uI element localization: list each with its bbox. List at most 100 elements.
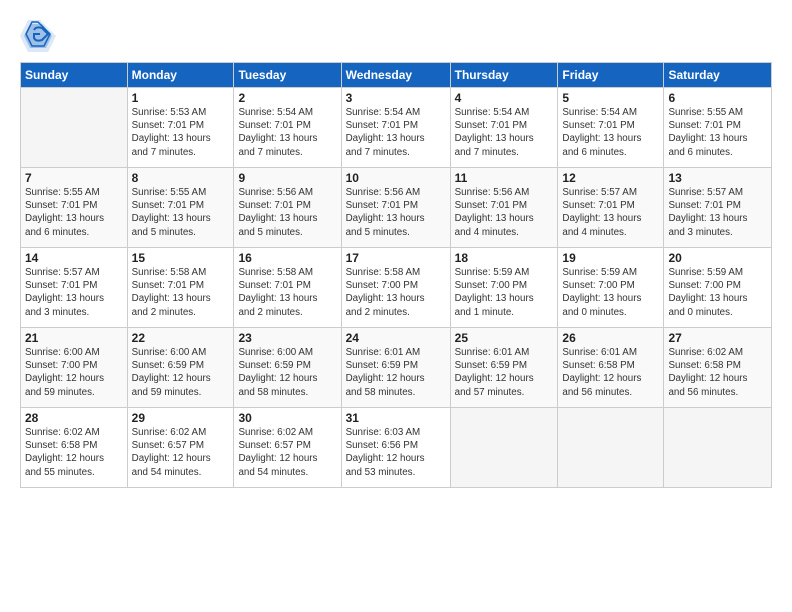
calendar-cell: 8Sunrise: 5:55 AM Sunset: 7:01 PM Daylig… bbox=[127, 168, 234, 248]
calendar-cell: 6Sunrise: 5:55 AM Sunset: 7:01 PM Daylig… bbox=[664, 88, 772, 168]
calendar-cell: 15Sunrise: 5:58 AM Sunset: 7:01 PM Dayli… bbox=[127, 248, 234, 328]
calendar-cell: 27Sunrise: 6:02 AM Sunset: 6:58 PM Dayli… bbox=[664, 328, 772, 408]
day-info: Sunrise: 6:03 AM Sunset: 6:56 PM Dayligh… bbox=[346, 426, 446, 479]
day-info: Sunrise: 5:58 AM Sunset: 7:01 PM Dayligh… bbox=[238, 266, 336, 319]
day-info: Sunrise: 6:00 AM Sunset: 6:59 PM Dayligh… bbox=[132, 346, 230, 399]
day-info: Sunrise: 5:59 AM Sunset: 7:00 PM Dayligh… bbox=[455, 266, 554, 319]
calendar-week-row: 7Sunrise: 5:55 AM Sunset: 7:01 PM Daylig… bbox=[21, 168, 772, 248]
day-info: Sunrise: 6:01 AM Sunset: 6:58 PM Dayligh… bbox=[562, 346, 659, 399]
day-number: 17 bbox=[346, 251, 446, 265]
day-number: 15 bbox=[132, 251, 230, 265]
calendar-cell: 25Sunrise: 6:01 AM Sunset: 6:59 PM Dayli… bbox=[450, 328, 558, 408]
logo-icon bbox=[20, 16, 56, 52]
day-info: Sunrise: 5:57 AM Sunset: 7:01 PM Dayligh… bbox=[25, 266, 123, 319]
day-number: 4 bbox=[455, 91, 554, 105]
logo bbox=[20, 16, 62, 52]
day-number: 14 bbox=[25, 251, 123, 265]
day-number: 1 bbox=[132, 91, 230, 105]
header-cell-sunday: Sunday bbox=[21, 63, 128, 88]
calendar-cell: 11Sunrise: 5:56 AM Sunset: 7:01 PM Dayli… bbox=[450, 168, 558, 248]
day-number: 5 bbox=[562, 91, 659, 105]
day-number: 16 bbox=[238, 251, 336, 265]
day-number: 29 bbox=[132, 411, 230, 425]
calendar-header-row: SundayMondayTuesdayWednesdayThursdayFrid… bbox=[21, 63, 772, 88]
day-number: 25 bbox=[455, 331, 554, 345]
calendar-cell: 2Sunrise: 5:54 AM Sunset: 7:01 PM Daylig… bbox=[234, 88, 341, 168]
calendar-cell: 4Sunrise: 5:54 AM Sunset: 7:01 PM Daylig… bbox=[450, 88, 558, 168]
calendar-cell: 21Sunrise: 6:00 AM Sunset: 7:00 PM Dayli… bbox=[21, 328, 128, 408]
calendar-cell: 17Sunrise: 5:58 AM Sunset: 7:00 PM Dayli… bbox=[341, 248, 450, 328]
day-number: 9 bbox=[238, 171, 336, 185]
day-number: 21 bbox=[25, 331, 123, 345]
day-number: 10 bbox=[346, 171, 446, 185]
day-number: 31 bbox=[346, 411, 446, 425]
day-info: Sunrise: 6:02 AM Sunset: 6:58 PM Dayligh… bbox=[668, 346, 767, 399]
header-cell-thursday: Thursday bbox=[450, 63, 558, 88]
day-number: 3 bbox=[346, 91, 446, 105]
calendar-table: SundayMondayTuesdayWednesdayThursdayFrid… bbox=[20, 62, 772, 488]
calendar-cell: 26Sunrise: 6:01 AM Sunset: 6:58 PM Dayli… bbox=[558, 328, 664, 408]
day-number: 23 bbox=[238, 331, 336, 345]
day-number: 27 bbox=[668, 331, 767, 345]
day-info: Sunrise: 5:54 AM Sunset: 7:01 PM Dayligh… bbox=[562, 106, 659, 159]
header-cell-friday: Friday bbox=[558, 63, 664, 88]
calendar-week-row: 1Sunrise: 5:53 AM Sunset: 7:01 PM Daylig… bbox=[21, 88, 772, 168]
day-number: 18 bbox=[455, 251, 554, 265]
calendar-cell: 24Sunrise: 6:01 AM Sunset: 6:59 PM Dayli… bbox=[341, 328, 450, 408]
day-number: 6 bbox=[668, 91, 767, 105]
day-info: Sunrise: 5:55 AM Sunset: 7:01 PM Dayligh… bbox=[25, 186, 123, 239]
day-info: Sunrise: 5:58 AM Sunset: 7:00 PM Dayligh… bbox=[346, 266, 446, 319]
day-number: 8 bbox=[132, 171, 230, 185]
day-info: Sunrise: 5:54 AM Sunset: 7:01 PM Dayligh… bbox=[238, 106, 336, 159]
day-info: Sunrise: 6:02 AM Sunset: 6:58 PM Dayligh… bbox=[25, 426, 123, 479]
calendar-cell: 29Sunrise: 6:02 AM Sunset: 6:57 PM Dayli… bbox=[127, 408, 234, 488]
day-number: 20 bbox=[668, 251, 767, 265]
header bbox=[20, 16, 772, 52]
calendar-cell: 14Sunrise: 5:57 AM Sunset: 7:01 PM Dayli… bbox=[21, 248, 128, 328]
calendar-cell: 13Sunrise: 5:57 AM Sunset: 7:01 PM Dayli… bbox=[664, 168, 772, 248]
day-number: 19 bbox=[562, 251, 659, 265]
day-info: Sunrise: 5:56 AM Sunset: 7:01 PM Dayligh… bbox=[238, 186, 336, 239]
day-info: Sunrise: 6:01 AM Sunset: 6:59 PM Dayligh… bbox=[455, 346, 554, 399]
calendar-cell bbox=[21, 88, 128, 168]
calendar-cell: 3Sunrise: 5:54 AM Sunset: 7:01 PM Daylig… bbox=[341, 88, 450, 168]
day-info: Sunrise: 5:54 AM Sunset: 7:01 PM Dayligh… bbox=[455, 106, 554, 159]
day-info: Sunrise: 5:56 AM Sunset: 7:01 PM Dayligh… bbox=[346, 186, 446, 239]
calendar-cell bbox=[558, 408, 664, 488]
day-info: Sunrise: 6:00 AM Sunset: 7:00 PM Dayligh… bbox=[25, 346, 123, 399]
calendar-cell: 16Sunrise: 5:58 AM Sunset: 7:01 PM Dayli… bbox=[234, 248, 341, 328]
calendar-cell: 19Sunrise: 5:59 AM Sunset: 7:00 PM Dayli… bbox=[558, 248, 664, 328]
calendar-week-row: 21Sunrise: 6:00 AM Sunset: 7:00 PM Dayli… bbox=[21, 328, 772, 408]
calendar-cell: 31Sunrise: 6:03 AM Sunset: 6:56 PM Dayli… bbox=[341, 408, 450, 488]
day-info: Sunrise: 5:59 AM Sunset: 7:00 PM Dayligh… bbox=[668, 266, 767, 319]
day-info: Sunrise: 6:01 AM Sunset: 6:59 PM Dayligh… bbox=[346, 346, 446, 399]
calendar-cell: 28Sunrise: 6:02 AM Sunset: 6:58 PM Dayli… bbox=[21, 408, 128, 488]
day-number: 22 bbox=[132, 331, 230, 345]
header-cell-wednesday: Wednesday bbox=[341, 63, 450, 88]
header-cell-saturday: Saturday bbox=[664, 63, 772, 88]
day-number: 28 bbox=[25, 411, 123, 425]
header-cell-monday: Monday bbox=[127, 63, 234, 88]
calendar-cell: 1Sunrise: 5:53 AM Sunset: 7:01 PM Daylig… bbox=[127, 88, 234, 168]
day-info: Sunrise: 5:57 AM Sunset: 7:01 PM Dayligh… bbox=[668, 186, 767, 239]
day-info: Sunrise: 5:55 AM Sunset: 7:01 PM Dayligh… bbox=[132, 186, 230, 239]
day-info: Sunrise: 6:02 AM Sunset: 6:57 PM Dayligh… bbox=[132, 426, 230, 479]
calendar-cell: 7Sunrise: 5:55 AM Sunset: 7:01 PM Daylig… bbox=[21, 168, 128, 248]
day-number: 12 bbox=[562, 171, 659, 185]
calendar-cell: 20Sunrise: 5:59 AM Sunset: 7:00 PM Dayli… bbox=[664, 248, 772, 328]
day-info: Sunrise: 6:00 AM Sunset: 6:59 PM Dayligh… bbox=[238, 346, 336, 399]
day-number: 2 bbox=[238, 91, 336, 105]
calendar-cell: 5Sunrise: 5:54 AM Sunset: 7:01 PM Daylig… bbox=[558, 88, 664, 168]
day-info: Sunrise: 5:55 AM Sunset: 7:01 PM Dayligh… bbox=[668, 106, 767, 159]
calendar-cell: 9Sunrise: 5:56 AM Sunset: 7:01 PM Daylig… bbox=[234, 168, 341, 248]
day-info: Sunrise: 5:58 AM Sunset: 7:01 PM Dayligh… bbox=[132, 266, 230, 319]
calendar-cell: 10Sunrise: 5:56 AM Sunset: 7:01 PM Dayli… bbox=[341, 168, 450, 248]
day-number: 11 bbox=[455, 171, 554, 185]
day-info: Sunrise: 5:54 AM Sunset: 7:01 PM Dayligh… bbox=[346, 106, 446, 159]
day-number: 26 bbox=[562, 331, 659, 345]
header-cell-tuesday: Tuesday bbox=[234, 63, 341, 88]
calendar-cell: 18Sunrise: 5:59 AM Sunset: 7:00 PM Dayli… bbox=[450, 248, 558, 328]
day-number: 30 bbox=[238, 411, 336, 425]
day-info: Sunrise: 6:02 AM Sunset: 6:57 PM Dayligh… bbox=[238, 426, 336, 479]
calendar-cell: 12Sunrise: 5:57 AM Sunset: 7:01 PM Dayli… bbox=[558, 168, 664, 248]
